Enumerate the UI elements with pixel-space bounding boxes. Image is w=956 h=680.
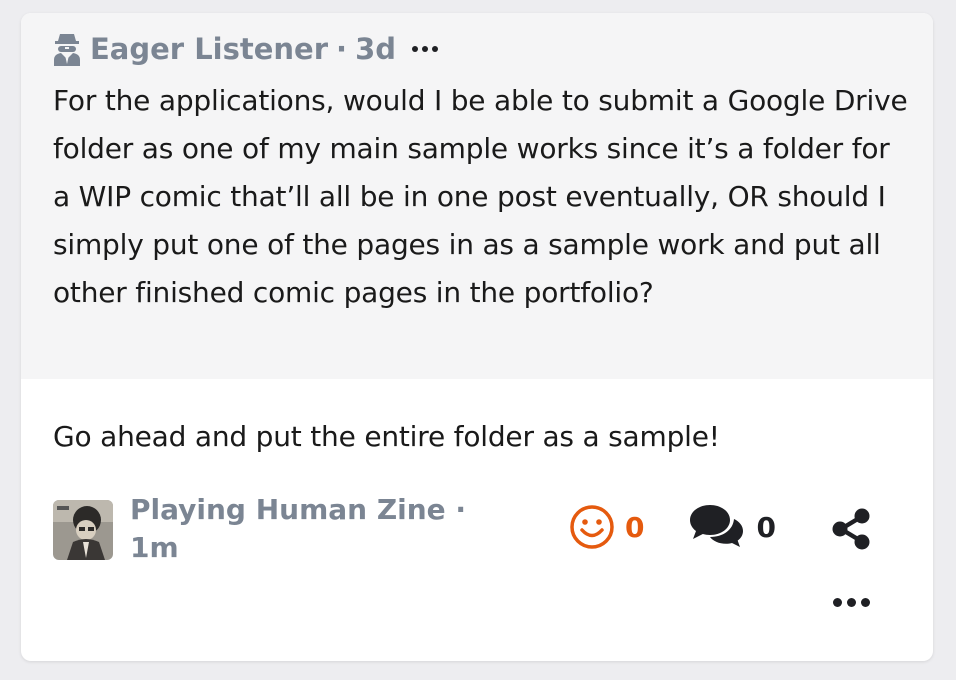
responder-name[interactable]: Playing Human Zine (130, 493, 446, 526)
asker-name[interactable]: Eager Listener (90, 32, 328, 66)
separator: · (455, 493, 467, 526)
reaction-button[interactable]: 0 (569, 504, 644, 550)
more-icon[interactable] (412, 46, 439, 52)
question-section: Eager Listener · 3d For the applications… (21, 13, 933, 379)
reaction-bar: 0 0 (569, 501, 776, 553)
question-time[interactable]: 3d (355, 32, 396, 66)
spy-icon (52, 32, 82, 66)
smile-icon (570, 505, 614, 549)
comments-button[interactable]: 0 (688, 503, 776, 551)
question-text: For the applications, would I be able to… (53, 84, 908, 309)
avatar[interactable] (53, 500, 113, 560)
separator: · (336, 32, 348, 66)
post-card: Eager Listener · 3d For the applications… (21, 13, 933, 661)
more-icon[interactable] (833, 598, 870, 607)
share-icon[interactable] (829, 507, 873, 551)
reaction-count: 0 (625, 510, 645, 544)
comments-icon (690, 505, 744, 547)
asker-header: Eager Listener · 3d (52, 29, 439, 69)
comment-count: 0 (756, 510, 776, 544)
answer-text: Go ahead and put the entire folder as a … (53, 420, 720, 453)
responder-info: Playing Human Zine · 1m (130, 491, 490, 567)
answer-time[interactable]: 1m (130, 531, 179, 564)
